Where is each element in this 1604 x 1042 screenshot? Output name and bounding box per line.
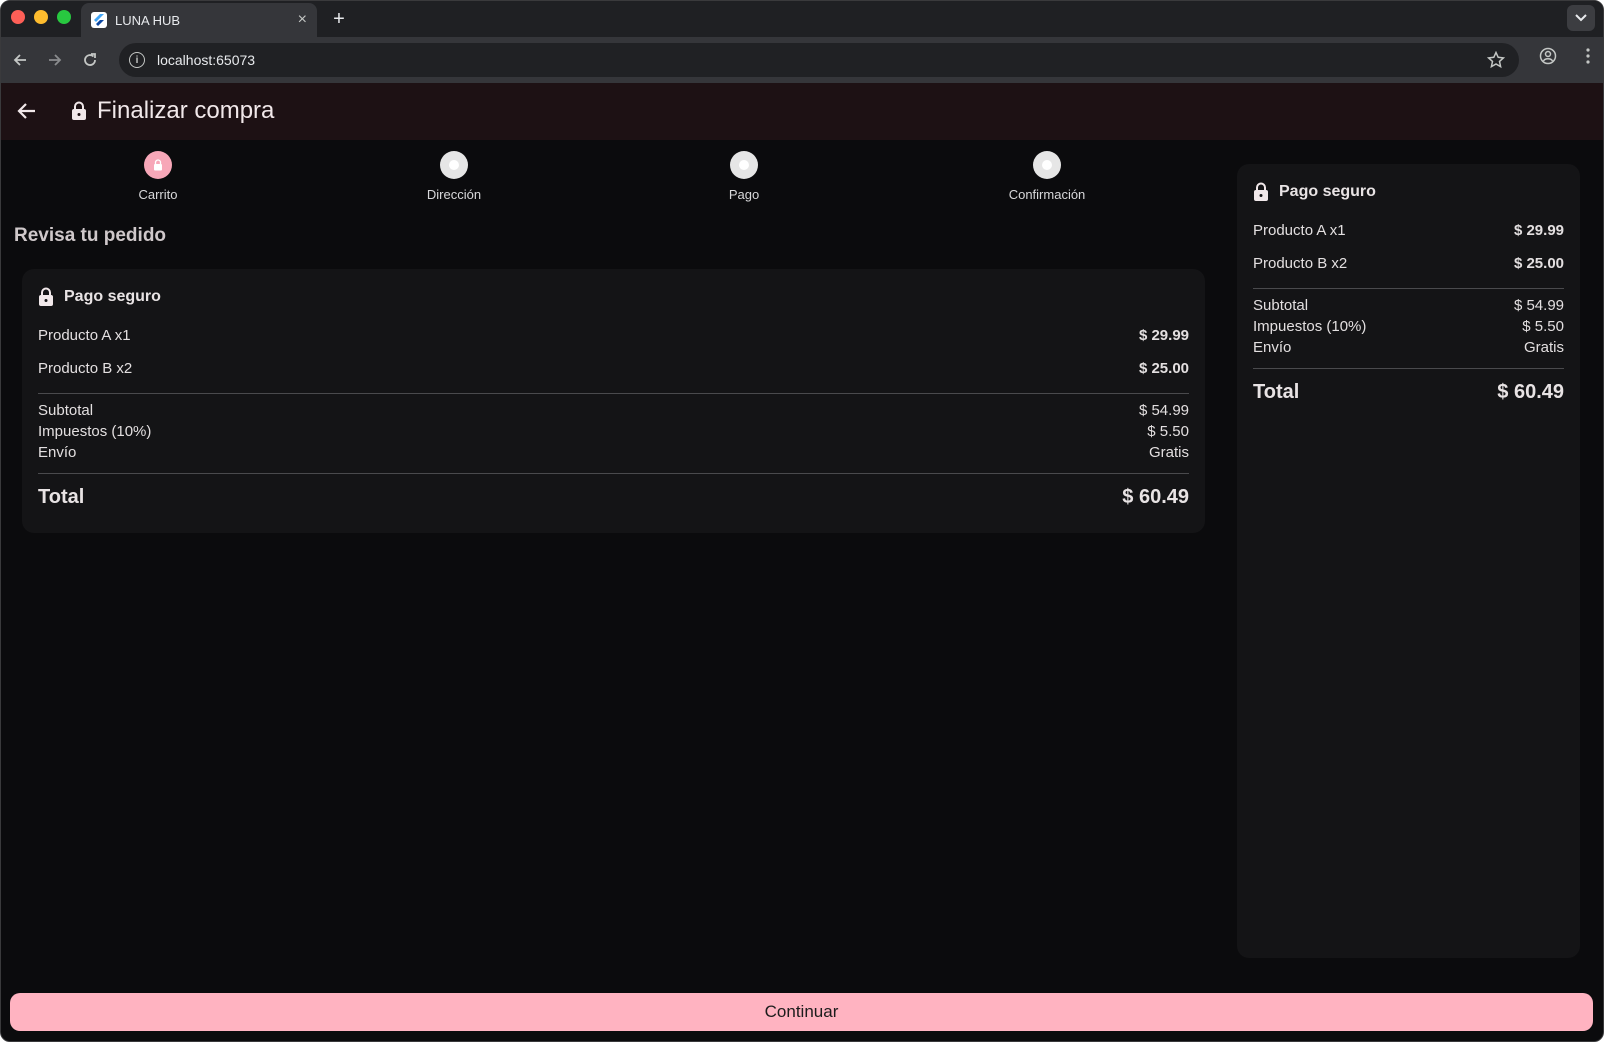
total-value: $ 60.49 (1497, 380, 1564, 403)
subtotal-label: Subtotal (38, 402, 94, 419)
tax-label: Impuestos (10%) (1253, 318, 1367, 335)
subtotal-label: Subtotal (1253, 297, 1309, 314)
tax-label: Impuestos (10%) (38, 423, 152, 440)
side-summary-content: Pago seguro Producto A x1 $ 29.99 Produc… (1253, 180, 1564, 407)
reload-button[interactable] (77, 47, 103, 73)
browser-menu-icon[interactable] (1585, 47, 1591, 70)
step-indicator (440, 151, 468, 179)
step-label: Confirmación (1008, 187, 1086, 202)
step-indicator (730, 151, 758, 179)
item-price: $ 29.99 (1513, 222, 1564, 239)
step-dot-icon (1042, 160, 1052, 170)
divider (1253, 368, 1564, 369)
item-name: Producto A x1 (38, 327, 131, 344)
step-label: Dirección (426, 187, 482, 202)
shipping-row: Envío Gratis (1253, 339, 1564, 360)
address-bar[interactable]: i localhost:65073 (119, 43, 1519, 77)
total-row: Total $ 60.49 (38, 482, 1189, 512)
order-summary-content: Pago seguro Producto A x1 $ 29.99 Produc… (38, 285, 1189, 512)
close-window-button[interactable] (11, 10, 25, 24)
app-bar: Finalizar compra (1, 83, 1603, 140)
lock-icon (71, 101, 87, 126)
total-value: $ 60.49 (1122, 485, 1189, 508)
lock-icon (1254, 182, 1268, 201)
shipping-row: Envío Gratis (38, 444, 1189, 465)
item-price: $ 25.00 (1138, 360, 1189, 377)
tab-bar: LUNA HUB × + (1, 1, 1603, 37)
list-item: Producto B x2 $ 25.00 (38, 352, 1189, 385)
flutter-favicon-icon (91, 12, 107, 28)
step-indicator-active (144, 151, 172, 179)
total-label: Total (1253, 380, 1300, 403)
secure-payment-header: Pago seguro (1253, 180, 1564, 204)
profile-icon[interactable] (1539, 47, 1557, 70)
chevron-down-icon (1575, 14, 1587, 22)
list-item: Producto B x2 $ 25.00 (1253, 247, 1564, 280)
browser-toolbar: i localhost:65073 (1, 37, 1603, 83)
step-indicator (1033, 151, 1061, 179)
tax-value: $ 5.50 (1147, 423, 1189, 440)
divider (38, 473, 1189, 474)
subtotal-value: $ 54.99 (1138, 402, 1189, 419)
step-dot-icon (739, 160, 749, 170)
item-name: Producto A x1 (1253, 222, 1346, 239)
arrow-left-icon (13, 54, 26, 66)
subtotal-value: $ 54.99 (1513, 297, 1564, 314)
tax-row: Impuestos (10%) $ 5.50 (38, 423, 1189, 444)
lock-icon (154, 159, 162, 171)
tab-close-icon[interactable]: × (298, 12, 307, 28)
tab-search-button[interactable] (1567, 5, 1595, 31)
secure-payment-label: Pago seguro (1279, 183, 1376, 200)
item-price: $ 25.00 (1513, 255, 1564, 272)
lock-icon (39, 287, 53, 306)
maximize-window-button[interactable] (57, 10, 71, 24)
item-price: $ 29.99 (1138, 327, 1189, 344)
subtotal-row: Subtotal $ 54.99 (1253, 297, 1564, 318)
subtotal-row: Subtotal $ 54.99 (38, 402, 1189, 423)
page-title: Finalizar compra (97, 97, 275, 124)
step-cart[interactable]: Carrito (78, 151, 238, 202)
back-nav-button[interactable] (7, 47, 33, 73)
side-summary-card: Pago seguro Producto A x1 $ 29.99 Produc… (1237, 164, 1580, 958)
step-dot-icon (449, 160, 459, 170)
step-label: Pago (728, 187, 760, 202)
divider (38, 393, 1189, 394)
divider (1253, 288, 1564, 289)
secure-payment-label: Pago seguro (64, 288, 161, 305)
total-row: Total $ 60.49 (1253, 377, 1564, 407)
step-label: Carrito (138, 187, 178, 202)
browser-tab[interactable]: LUNA HUB × (81, 3, 317, 37)
new-tab-button[interactable]: + (327, 7, 351, 31)
shipping-label: Envío (1253, 339, 1292, 356)
checkout-stepper: Carrito Dirección Pago Confirmación (1, 151, 1209, 211)
step-confirmation[interactable]: Confirmación (967, 151, 1127, 202)
shipping-value: Gratis (1523, 339, 1564, 356)
bookmark-star-icon[interactable] (1486, 50, 1506, 72)
tax-row: Impuestos (10%) $ 5.50 (1253, 318, 1564, 339)
order-summary-card: Pago seguro Producto A x1 $ 29.99 Produc… (22, 269, 1205, 533)
forward-nav-button[interactable] (42, 47, 68, 73)
continue-button[interactable]: Continuar (10, 993, 1593, 1031)
list-item: Producto A x1 $ 29.99 (1253, 214, 1564, 247)
shipping-label: Envío (38, 444, 77, 461)
browser-window: LUNA HUB × + i localhost:65073 Finalizar… (0, 0, 1604, 1042)
window-controls (11, 10, 71, 24)
url-text: localhost:65073 (157, 52, 256, 68)
step-payment[interactable]: Pago (664, 151, 824, 202)
review-title: Revisa tu pedido (14, 225, 167, 246)
shipping-value: Gratis (1148, 444, 1189, 461)
secure-payment-header: Pago seguro (38, 285, 1189, 309)
arrow-right-icon (49, 54, 62, 66)
step-address[interactable]: Dirección (374, 151, 534, 202)
minimize-window-button[interactable] (34, 10, 48, 24)
item-name: Producto B x2 (38, 360, 133, 377)
info-icon[interactable]: i (129, 52, 145, 68)
list-item: Producto A x1 $ 29.99 (38, 319, 1189, 352)
tab-title: LUNA HUB (115, 12, 181, 28)
tax-value: $ 5.50 (1522, 318, 1564, 335)
reload-icon (84, 53, 96, 66)
item-name: Producto B x2 (1253, 255, 1348, 272)
total-label: Total (38, 485, 85, 508)
back-arrow-icon[interactable] (15, 99, 41, 125)
